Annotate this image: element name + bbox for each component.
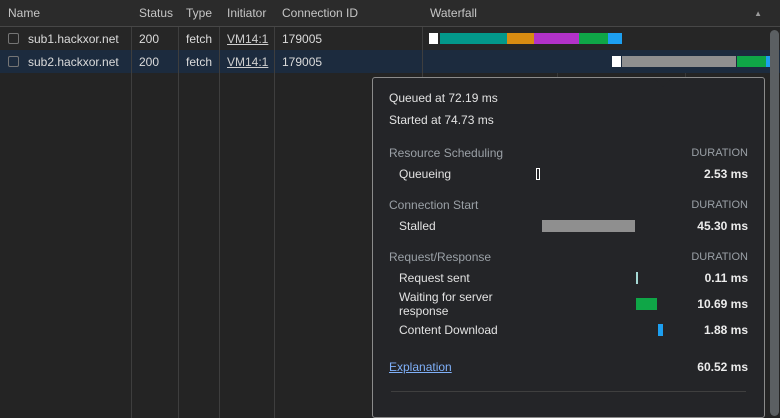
timing-duration: 2.53 ms <box>678 167 748 181</box>
sort-ascending-icon: ▲ <box>754 9 762 18</box>
status-cell: 200 <box>131 50 178 73</box>
timing-row: Content Download 1.88 ms <box>389 318 748 342</box>
waterfall-bar-stalled <box>622 56 736 67</box>
column-header-status[interactable]: Status <box>131 0 178 26</box>
vertical-scrollbar[interactable] <box>766 28 780 418</box>
section-title: Resource Scheduling <box>389 146 503 160</box>
name-cell: sub1.hackxor.net <box>0 27 131 50</box>
timing-bar <box>542 220 635 232</box>
timing-duration: 1.88 ms <box>678 323 748 337</box>
column-header-label: Status <box>139 6 173 20</box>
explanation-link[interactable]: Explanation <box>389 360 452 374</box>
timing-bar-zone <box>519 297 678 311</box>
waterfall-cell[interactable] <box>422 27 780 50</box>
waterfall-bar-initial-connection <box>507 33 534 44</box>
waterfall-bar-content-download <box>608 33 622 44</box>
timing-label: Request sent <box>389 271 519 285</box>
section-title: Request/Response <box>389 250 491 264</box>
column-divider[interactable] <box>178 0 179 418</box>
request-rows: sub1.hackxor.net200fetchVM14:1179005sub2… <box>0 27 780 73</box>
timing-duration: 0.11 ms <box>678 271 748 285</box>
timing-section-header: Request/Response DURATION <box>389 248 748 266</box>
duration-header: DURATION <box>691 251 748 263</box>
request-row[interactable]: sub2.hackxor.net 200fetch VM14:1 179005 <box>0 50 780 73</box>
timing-bar-zone <box>519 219 678 233</box>
timing-section: Connection Start DURATION Stalled 45.30 ms <box>389 196 748 238</box>
timing-section-header: Resource Scheduling DURATION <box>389 144 748 162</box>
timing-duration: 10.69 ms <box>678 297 748 311</box>
waterfall-cell[interactable] <box>422 50 780 73</box>
timing-label: Stalled <box>389 219 519 233</box>
timing-row: Waiting for server response 10.69 ms <box>389 290 748 318</box>
column-header-label: Name <box>8 6 40 20</box>
request-row[interactable]: sub1.hackxor.net 200fetch VM14:1 179005 <box>0 27 780 50</box>
timing-bar-zone <box>519 323 678 337</box>
initiator-link[interactable]: VM14:1 <box>227 55 268 69</box>
table-header: Name Status Type Initiator Connection ID Wate… <box>0 0 780 27</box>
initiator-link[interactable]: VM14:1 <box>227 32 268 46</box>
column-header-waterfall[interactable]: Waterfall ▲ <box>422 0 780 26</box>
timing-section-header: Connection Start DURATION <box>389 196 748 214</box>
column-header-label: Initiator <box>227 6 266 20</box>
scrollbar-thumb[interactable] <box>770 30 779 416</box>
waterfall-bar-queueing <box>429 33 438 44</box>
name-cell: sub2.hackxor.net <box>0 50 131 73</box>
timing-section: Request/Response DURATION Request sent 0.11… <box>389 248 748 342</box>
timing-bar <box>658 324 663 336</box>
timing-row: Stalled 45.30 ms <box>389 214 748 238</box>
timing-bar-zone <box>519 167 678 181</box>
column-header-label: Waterfall <box>430 6 477 20</box>
timing-bar <box>636 272 638 284</box>
connection-id-cell: 179005 <box>274 50 422 73</box>
queued-at-text: Queued at 72.19 ms <box>389 90 748 112</box>
timing-bar <box>636 298 657 310</box>
started-at-text: Started at 74.73 ms <box>389 112 748 134</box>
timing-row: Queueing 2.53 ms <box>389 162 748 186</box>
status-cell: 200 <box>131 27 178 50</box>
duration-header: DURATION <box>691 199 748 211</box>
tooltip-arrow <box>653 77 673 87</box>
duration-header: DURATION <box>691 147 748 159</box>
timing-tooltip: Queued at 72.19 ms Started at 74.73 ms R… <box>372 77 765 418</box>
column-divider[interactable] <box>274 0 275 418</box>
request-name: sub2.hackxor.net <box>28 55 119 69</box>
timing-duration: 45.30 ms <box>678 219 748 233</box>
initiator-cell: VM14:1 <box>219 50 274 73</box>
timing-section: Resource Scheduling DURATION Queueing 2.53 … <box>389 144 748 186</box>
waterfall-bar-waiting-for-server-response <box>737 56 766 67</box>
row-checkbox[interactable] <box>8 56 19 67</box>
column-header-connection-id[interactable]: Connection ID <box>274 0 422 26</box>
type-cell: fetch <box>178 50 219 73</box>
timing-label: Content Download <box>389 323 519 337</box>
waterfall-bar-dns-lookup <box>440 33 507 44</box>
network-panel: Name Status Type Initiator Connection ID Wate… <box>0 0 780 418</box>
timing-label: Queueing <box>389 167 519 181</box>
request-name: sub1.hackxor.net <box>28 32 119 46</box>
waterfall-bar-queueing <box>612 56 621 67</box>
section-title: Connection Start <box>389 198 478 212</box>
timing-bar-zone <box>519 271 678 285</box>
type-cell: fetch <box>178 27 219 50</box>
timing-bar <box>536 168 540 180</box>
column-header-type[interactable]: Type <box>178 0 219 26</box>
column-header-name[interactable]: Name <box>0 0 131 26</box>
connection-id-cell: 179005 <box>274 27 422 50</box>
column-header-label: Type <box>186 6 212 20</box>
initiator-cell: VM14:1 <box>219 27 274 50</box>
timing-label: Waiting for server response <box>389 290 519 318</box>
column-divider[interactable] <box>131 0 132 418</box>
tooltip-divider <box>391 391 746 392</box>
waterfall-bar-ssl <box>534 33 579 44</box>
waterfall-bar-waiting-for-server-response <box>579 33 608 44</box>
timing-row: Request sent 0.11 ms <box>389 266 748 290</box>
column-divider[interactable] <box>219 0 220 418</box>
total-duration: 60.52 ms <box>697 360 748 374</box>
column-header-initiator[interactable]: Initiator <box>219 0 274 26</box>
column-header-label: Connection ID <box>282 6 358 20</box>
row-checkbox[interactable] <box>8 33 19 44</box>
